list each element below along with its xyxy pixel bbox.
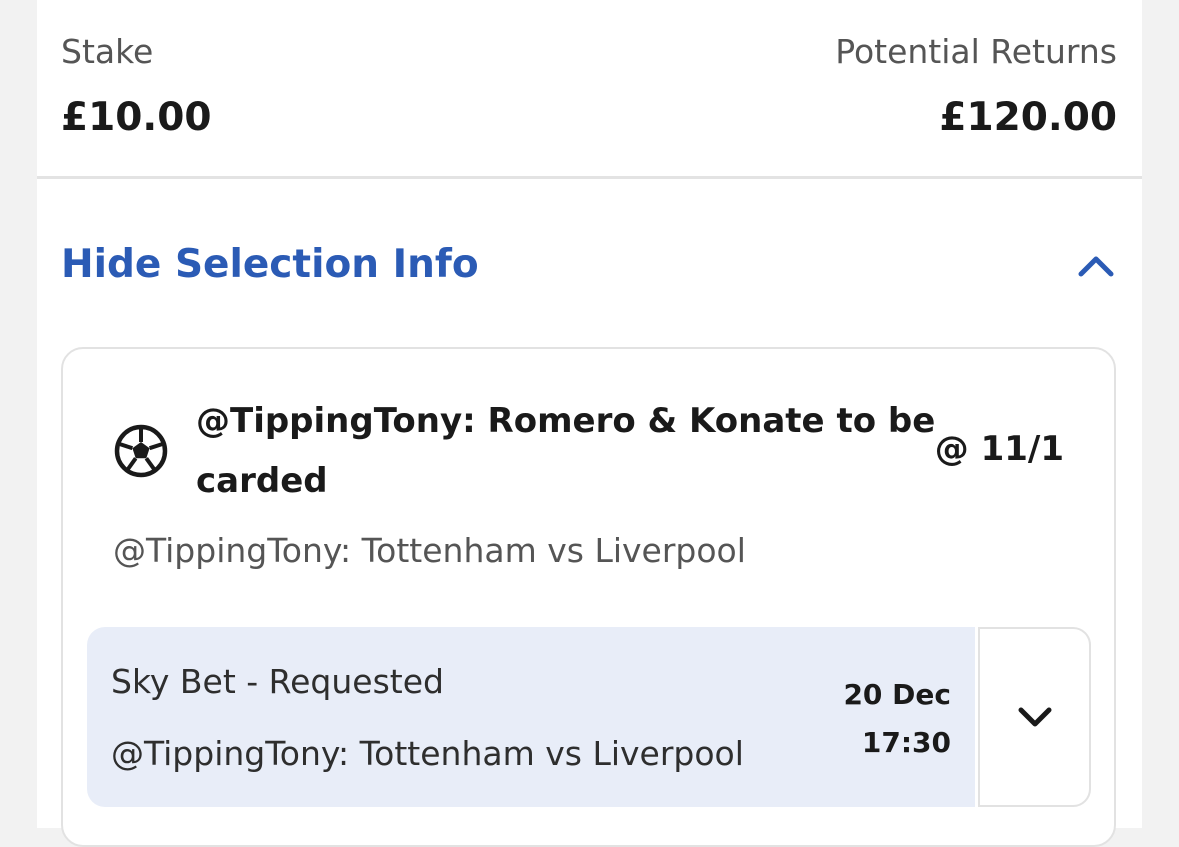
selection-title: @TippingTony: Romero & Konate to be card… (196, 401, 936, 501)
chevron-down-icon (1018, 707, 1052, 727)
football-icon (114, 424, 168, 478)
potential-returns-value: £120.00 (939, 95, 1117, 140)
sub-selection-info: Sky Bet - Requested @TippingTony: Totten… (87, 627, 975, 807)
event-time: 17:30 (861, 726, 951, 759)
selection-odds: @ 11/1 (934, 429, 1064, 469)
bet-receipt-panel: Stake Potential Returns £10.00 £120.00 H… (37, 0, 1142, 847)
selection-event-name: @TippingTony: Tottenham vs Liverpool (113, 531, 746, 570)
stake-value: £10.00 (61, 95, 212, 140)
sub-selection-event: @TippingTony: Tottenham vs Liverpool (111, 734, 744, 773)
sub-selection-market: Sky Bet - Requested (111, 662, 444, 701)
hide-selection-info-label: Hide Selection Info (61, 242, 479, 287)
hide-selection-info-toggle[interactable]: Hide Selection Info (37, 225, 1142, 305)
event-date: 20 Dec (843, 678, 951, 711)
stake-label: Stake (61, 32, 154, 71)
sub-selection-row: Sky Bet - Requested @TippingTony: Totten… (87, 627, 1091, 807)
chevron-up-icon (1078, 256, 1114, 277)
potential-returns-label: Potential Returns (835, 32, 1117, 71)
selection-card: @TippingTony: Romero & Konate to be card… (61, 347, 1116, 847)
expand-sub-selection-button[interactable] (978, 627, 1091, 807)
section-divider (37, 176, 1142, 179)
